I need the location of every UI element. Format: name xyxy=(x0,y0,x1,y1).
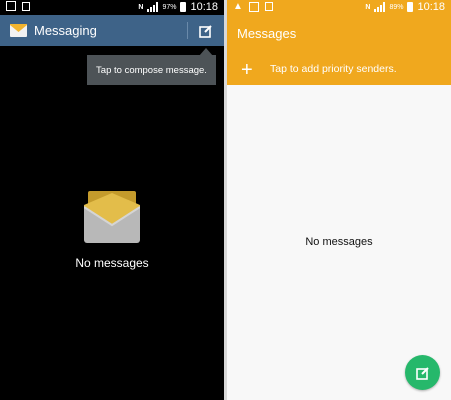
tooltip-text: Tap to compose message. xyxy=(96,64,207,76)
compose-button[interactable] xyxy=(188,15,224,46)
compose-fab[interactable] xyxy=(405,355,440,390)
empty-envelope-icon xyxy=(84,191,140,243)
app-header: Messages + Tap to add priority senders. xyxy=(227,15,451,85)
nfc-icon: N xyxy=(365,3,371,11)
messaging-app-icon xyxy=(10,24,27,37)
priority-senders-text: Tap to add priority senders. xyxy=(270,63,397,75)
image-notification-icon xyxy=(6,1,16,11)
signal-icon xyxy=(147,2,159,12)
status-bar: N 97% 10:18 xyxy=(0,0,224,15)
app-title: Messaging xyxy=(34,23,97,38)
compose-tooltip[interactable]: Tap to compose message. xyxy=(87,55,216,85)
app-title: Messages xyxy=(237,26,297,41)
battery-percent: 89% xyxy=(389,3,404,11)
signal-icon xyxy=(374,2,386,12)
warning-icon: ▲ xyxy=(233,1,243,12)
status-time: 10:18 xyxy=(417,1,445,13)
app-bar: Messaging xyxy=(0,15,224,46)
compose-icon xyxy=(415,366,429,380)
status-bar: ▲ N 89% 10:18 xyxy=(227,0,451,15)
battery-icon xyxy=(180,2,187,12)
add-priority-senders-button[interactable]: + Tap to add priority senders. xyxy=(227,55,451,85)
battery-icon xyxy=(407,2,414,12)
nfc-icon: N xyxy=(138,3,144,11)
battery-percent: 97% xyxy=(162,3,177,11)
file-notification-icon xyxy=(264,2,273,11)
file-notification-icon xyxy=(22,1,30,11)
empty-state-text: No messages xyxy=(75,256,149,270)
image-notification-icon xyxy=(248,1,259,12)
empty-state-text: No messages xyxy=(305,236,373,248)
status-time: 10:18 xyxy=(190,1,218,13)
plus-icon: + xyxy=(241,59,253,81)
left-screen: N 97% 10:18 Messaging Tap to compose mes… xyxy=(0,0,224,400)
compose-icon xyxy=(199,24,212,38)
right-screen: ▲ N 89% 10:18 Messages + Tap to add prio… xyxy=(227,0,451,400)
